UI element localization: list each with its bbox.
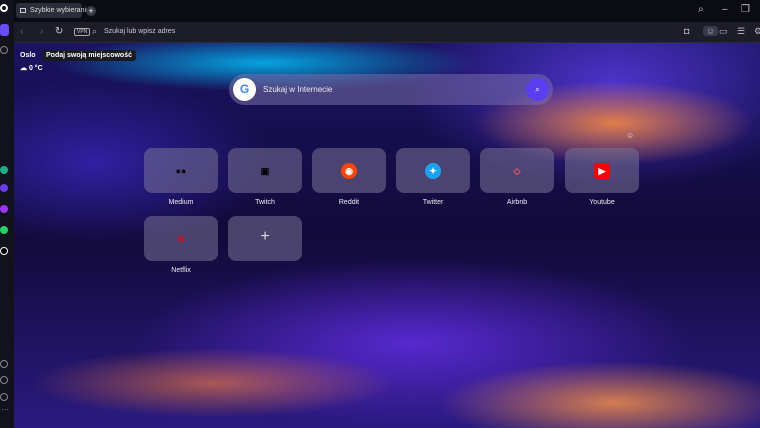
speed-dial-tile-reddit[interactable]: ◉ [312, 148, 386, 193]
plus-icon: + [260, 228, 270, 245]
forward-button[interactable]: › [40, 26, 43, 37]
tiktok-icon[interactable] [0, 247, 8, 255]
weather-temperature: ☁ 0 °C [20, 65, 43, 72]
weather-city[interactable]: Oslo [20, 52, 36, 59]
vpn-badge[interactable]: VPN [74, 28, 91, 36]
speed-dial-tile-twitch[interactable]: ▣ [228, 148, 302, 193]
add-site-button[interactable]: + [228, 216, 302, 261]
speed-dial-label: Netflix [171, 267, 191, 274]
speed-dial-label: Airbnb [506, 199, 528, 206]
tab-speed-dial[interactable]: Szybkie wybieranie [16, 3, 90, 18]
speed-dial-label: Twitter [422, 199, 444, 206]
reload-button[interactable]: ↻ [55, 26, 63, 37]
customize-icon[interactable]: ☺ [626, 131, 634, 140]
search-input[interactable]: Szukaj w Internecie [263, 85, 332, 94]
weather-tooltip: Podaj swoją miejscowość [42, 50, 136, 61]
google-icon: G [233, 78, 256, 101]
twitch-icon: ▣ [260, 166, 270, 176]
speed-dial-tile-netflix[interactable]: N [144, 216, 218, 261]
speed-dial-tile-medium[interactable]: ●● [144, 148, 218, 193]
history-icon[interactable] [0, 393, 8, 401]
messenger-icon[interactable] [0, 205, 8, 213]
speed-dial-tile-airbnb[interactable]: ◇ [480, 148, 554, 193]
new-tab-button[interactable]: + [86, 6, 96, 16]
chatgpt-icon[interactable] [0, 166, 8, 174]
back-button[interactable]: ‹ [20, 26, 23, 37]
home-icon[interactable] [0, 24, 9, 36]
youtube-icon: ▶ [594, 163, 610, 179]
speed-dial-label: Twitch [255, 199, 275, 206]
search-tabs-icon[interactable]: ⌕ [698, 4, 704, 15]
aria-icon[interactable] [0, 184, 8, 192]
grid-icon [20, 8, 26, 13]
twitter-icon: ✦ [425, 163, 441, 179]
speed-dial-tile-youtube[interactable]: ▶ [565, 148, 639, 193]
temperature-value: 0 °C [28, 65, 43, 72]
search-box[interactable]: G Szukaj w Internecie ⌕ [229, 74, 553, 105]
netflix-icon: N [177, 234, 185, 244]
reddit-icon: ◉ [341, 163, 357, 179]
opera-logo-icon[interactable] [0, 4, 8, 12]
medium-icon: ●● [175, 166, 187, 176]
restore-button[interactable]: ❐ [741, 4, 750, 15]
speed-dial-label: Medium [168, 199, 194, 206]
profile-icon[interactable]: ☺ [703, 26, 719, 36]
speed-dial-label: Youtube [589, 199, 615, 206]
speed-dial-label: Reddit [338, 199, 360, 206]
url-input[interactable]: Szukaj lub wpisz adres [104, 28, 175, 35]
speed-dial-icon[interactable] [0, 46, 8, 54]
easy-setup-icon[interactable]: ☰ [737, 26, 745, 37]
tab-bar: Szybkie wybieranie + ⌕ – ❐ [14, 0, 760, 22]
address-bar: ‹ › ↻ VPN ⌕ Szukaj lub wpisz adres ◘ ☺ ▭… [14, 22, 760, 43]
speed-dial-tile-twitter[interactable]: ✦ [396, 148, 470, 193]
sidebar: ⋯ [0, 0, 14, 428]
tab-label: Szybkie wybieranie [30, 7, 90, 14]
airbnb-icon: ◇ [513, 166, 521, 176]
search-icon: ⌕ [92, 26, 98, 36]
battery-icon[interactable]: ▭ [719, 26, 728, 37]
minimize-button[interactable]: – [722, 4, 728, 15]
camera-icon[interactable]: ◘ [684, 26, 689, 36]
extensions-icon[interactable]: ⚙ [754, 26, 760, 37]
search-button[interactable]: ⌕ [526, 78, 549, 101]
whatsapp-icon[interactable] [0, 226, 8, 234]
heart-icon[interactable] [0, 376, 8, 384]
clock-icon[interactable] [0, 360, 8, 368]
more-icon[interactable]: ⋯ [1, 405, 9, 414]
